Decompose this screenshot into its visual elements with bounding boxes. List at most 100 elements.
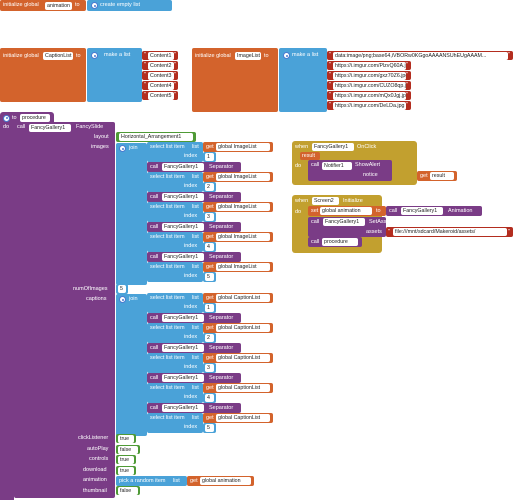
procedure-dropdown[interactable]: procedure	[322, 238, 358, 246]
index-number-block[interactable]: 2	[203, 182, 216, 192]
get-result-block[interactable]: get result	[417, 171, 457, 181]
separator-call-block[interactable]: call FancyGallery1 Separator	[147, 192, 241, 202]
image-url-value[interactable]: data:image/png;base64,iVBORw0KGgoAAAANSU…	[333, 51, 508, 60]
images-join-block[interactable]: join	[116, 143, 147, 285]
horizontal-arrangement-block[interactable]: Horizontal_Arrangement1	[116, 132, 196, 142]
init-global-animation-block[interactable]: initialize global animation to	[0, 0, 86, 11]
index-number-block[interactable]: 2	[203, 333, 216, 343]
download-value[interactable]: true	[118, 466, 134, 475]
gear-icon[interactable]	[119, 145, 126, 152]
list-var-dropdown[interactable]: global CaptionList	[216, 354, 270, 362]
get-list-var-block[interactable]: get global CaptionList	[203, 383, 273, 393]
get-list-var-block[interactable]: get global ImageList	[203, 262, 273, 272]
select-list-item-block[interactable]: select list item list index	[147, 142, 203, 162]
caption-text-block[interactable]: " Content4 "	[142, 81, 178, 90]
image-url-text-block[interactable]: " https://i.imgur.com/gxz70Z6.jpg "	[327, 71, 411, 80]
index-number-block[interactable]: 4	[203, 393, 216, 403]
index-value[interactable]: 2	[205, 183, 214, 191]
init-global-imagelist-block[interactable]: initialize global ImageList to	[192, 48, 278, 112]
make-a-list-block[interactable]: make a list	[87, 48, 142, 102]
index-number-block[interactable]: 1	[203, 303, 216, 313]
list-var-dropdown[interactable]: global CaptionList	[216, 414, 270, 422]
list-var-dropdown[interactable]: global CaptionList	[216, 324, 270, 332]
get-list-var-block[interactable]: get global CaptionList	[203, 323, 273, 333]
init-global-captionlist-block[interactable]: initialize global CaptionList to	[0, 48, 86, 102]
get-list-var-block[interactable]: get global ImageList	[203, 232, 273, 242]
index-number-block[interactable]: 3	[203, 212, 216, 222]
pick-random-item-block[interactable]: pick a random item list	[116, 476, 187, 486]
thumbnail-value[interactable]: false	[118, 486, 138, 495]
animation-var-name[interactable]: animation	[45, 1, 72, 10]
get-list-var-block[interactable]: get global CaptionList	[203, 413, 273, 423]
separator-call-block[interactable]: call FancyGallery1 Separator	[147, 343, 241, 353]
imagelist-var-name[interactable]: ImageList	[235, 52, 261, 60]
get-list-var-block[interactable]: get global CaptionList	[203, 293, 273, 303]
separator-call-block[interactable]: call FancyGallery1 Separator	[147, 162, 241, 172]
controls-value[interactable]: true	[118, 455, 134, 464]
list-var-dropdown[interactable]: global CaptionList	[216, 384, 270, 392]
image-url-value[interactable]: https://i.imgur.com/PlzvQ60A.jpg	[333, 61, 406, 70]
get-list-var-block[interactable]: get global ImageList	[203, 172, 273, 182]
assets-path-value[interactable]: file:///mnt/sdcard/Makeroid/assets/	[393, 228, 507, 236]
component-dropdown[interactable]: FancyGallery1	[162, 314, 204, 322]
component-dropdown[interactable]: FancyGallery1	[162, 404, 204, 412]
layout-component-dropdown[interactable]: Horizontal_Arrangement1	[119, 133, 193, 141]
select-list-item-block[interactable]: select list item list index	[147, 202, 203, 222]
select-list-item-block[interactable]: select list item list index	[147, 323, 203, 343]
separator-call-block[interactable]: call FancyGallery1 Separator	[147, 373, 241, 383]
get-list-var-block[interactable]: get global CaptionList	[203, 353, 273, 363]
index-number-block[interactable]: 1	[203, 152, 216, 162]
assets-text-block[interactable]: " file:///mnt/sdcard/Makeroid/assets/ "	[386, 227, 513, 237]
animation-call-block[interactable]: call FancyGallery1 Animation	[386, 206, 482, 216]
showalert-call-block[interactable]: call Notifier1 ShowAlert notice	[308, 160, 392, 181]
list-var-dropdown[interactable]: global ImageList	[216, 173, 270, 181]
result-var-dropdown[interactable]: result	[430, 172, 454, 180]
separator-call-block[interactable]: call FancyGallery1 Separator	[147, 222, 241, 232]
get-global-animation-block[interactable]: get global animation	[187, 476, 254, 486]
image-url-value[interactable]: https://i.imgur.com/mQx0Jgj.jpg	[333, 91, 406, 100]
caption-value[interactable]: Content3	[148, 71, 174, 80]
autoplay-bool-block[interactable]: false	[116, 445, 140, 454]
set-var-dropdown[interactable]: global animation	[320, 207, 372, 215]
caption-value[interactable]: Content5	[148, 91, 174, 100]
gear-icon[interactable]	[119, 296, 126, 303]
procedure-name-field[interactable]: procedure	[20, 114, 50, 122]
list-var-dropdown[interactable]: global ImageList	[216, 203, 270, 211]
result-param[interactable]: result	[300, 152, 320, 160]
controls-bool-block[interactable]: true	[116, 455, 136, 464]
component-dropdown[interactable]: FancyGallery1	[162, 344, 204, 352]
caption-text-block[interactable]: " Content3 "	[142, 71, 178, 80]
caption-text-block[interactable]: " Content5 "	[142, 91, 178, 100]
image-url-text-block[interactable]: " https://i.imgur.com/DeLDa.jpg "	[327, 101, 411, 110]
make-a-list-block[interactable]: make a list	[279, 48, 327, 112]
animation-var-dropdown[interactable]: global animation	[200, 477, 251, 485]
image-url-value[interactable]: https://i.imgur.com/gxz70Z6.jpg	[333, 71, 406, 80]
index-value[interactable]: 3	[205, 364, 214, 372]
setassets-call-block[interactable]: call FancyGallery1 SetAssets assets	[308, 217, 394, 237]
caption-text-block[interactable]: " Content2 "	[142, 61, 178, 70]
gear-icon[interactable]	[91, 52, 98, 59]
list-var-dropdown[interactable]: global ImageList	[216, 143, 270, 151]
image-url-text-block[interactable]: " https://i.imgur.com/PlzvQ60A.jpg "	[327, 61, 411, 70]
select-list-item-block[interactable]: select list item list index	[147, 353, 203, 373]
get-list-var-block[interactable]: get global ImageList	[203, 202, 273, 212]
captions-join-block[interactable]: join	[116, 294, 147, 436]
select-list-item-block[interactable]: select list item list index	[147, 293, 203, 313]
set-global-animation-block[interactable]: set global animation to	[308, 206, 386, 216]
component-dropdown[interactable]: FancyGallery1	[162, 223, 204, 231]
caption-text-block[interactable]: " Content1 "	[142, 51, 178, 60]
index-value[interactable]: 4	[205, 243, 214, 251]
select-list-item-block[interactable]: select list item list index	[147, 413, 203, 433]
index-value[interactable]: 5	[205, 424, 214, 432]
index-value[interactable]: 1	[205, 304, 214, 312]
image-url-text-block[interactable]: " data:image/png;base64,iVBORw0KGgoAAAANS…	[327, 51, 513, 60]
index-value[interactable]: 4	[205, 394, 214, 402]
component-dropdown[interactable]: FancyGallery1	[401, 207, 443, 215]
gear-icon[interactable]	[283, 52, 290, 59]
clicklistener-bool-block[interactable]: true	[116, 434, 136, 443]
component-dropdown[interactable]: FancyGallery1	[29, 123, 71, 132]
index-value[interactable]: 3	[205, 213, 214, 221]
select-list-item-block[interactable]: select list item list index	[147, 232, 203, 252]
index-number-block[interactable]: 3	[203, 363, 216, 373]
index-number-block[interactable]: 4	[203, 242, 216, 252]
